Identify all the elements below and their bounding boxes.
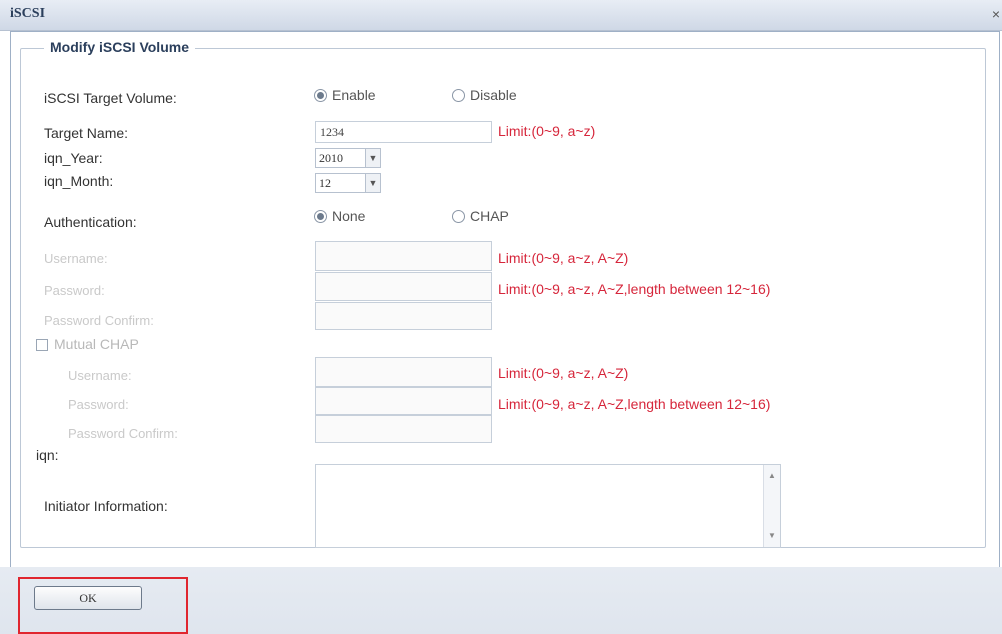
mutual-chap-checkbox[interactable]: [36, 339, 48, 351]
iqn-label: iqn:: [36, 447, 59, 463]
iqn-month-select[interactable]: 12 ▼: [315, 173, 381, 193]
iqn-year-select[interactable]: 2010 ▼: [315, 148, 381, 168]
mutual-username-limit: Limit:(0~9, a~z, A~Z): [498, 365, 629, 381]
dialog-title-bar: iSCSI ×: [0, 0, 1002, 31]
close-icon[interactable]: ×: [992, 6, 1000, 22]
highlight-box: [18, 577, 188, 634]
mutual-username-input[interactable]: [315, 357, 492, 387]
target-name-limit: Limit:(0~9, a~z): [498, 123, 596, 139]
initiator-info-label: Initiator Information:: [44, 498, 168, 514]
iqn-year-label: iqn_Year:: [44, 150, 103, 166]
chap-username-label: Username:: [44, 251, 108, 266]
scroll-up-icon[interactable]: ▲: [764, 469, 780, 483]
initiator-info-textarea[interactable]: ▲ ▼: [315, 464, 781, 548]
section-title: Modify iSCSI Volume: [44, 39, 195, 55]
dialog-title: iSCSI: [10, 6, 46, 21]
iqn-month-label: iqn_Month:: [44, 173, 114, 189]
chevron-down-icon[interactable]: ▼: [365, 149, 380, 167]
mutual-chap-label: Mutual CHAP: [54, 336, 139, 352]
target-volume-label: iSCSI Target Volume:: [44, 90, 177, 106]
auth-chap-radio[interactable]: [452, 210, 465, 223]
iqn-month-value: 12: [319, 176, 331, 190]
auth-chap-label: CHAP: [470, 208, 509, 224]
enable-radio[interactable]: [314, 89, 327, 102]
auth-none-radio[interactable]: [314, 210, 327, 223]
disable-label: Disable: [470, 87, 517, 103]
iqn-year-value: 2010: [319, 151, 343, 165]
mutual-password-limit: Limit:(0~9, a~z, A~Z,length between 12~1…: [498, 396, 771, 412]
auth-none-label: None: [332, 208, 366, 224]
chap-username-limit: Limit:(0~9, a~z, A~Z): [498, 250, 629, 266]
mutual-password-label: Password:: [68, 397, 129, 412]
authentication-label: Authentication:: [44, 214, 137, 230]
chap-password-label: Password:: [44, 283, 105, 298]
chap-password-confirm-label: Password Confirm:: [44, 313, 154, 328]
target-name-label: Target Name:: [44, 125, 129, 141]
mutual-password-input[interactable]: [315, 387, 492, 415]
target-name-input[interactable]: 1234: [315, 121, 492, 143]
chevron-down-icon[interactable]: ▼: [365, 174, 380, 192]
chap-password-input[interactable]: [315, 272, 492, 301]
enable-label: Enable: [332, 87, 376, 103]
mutual-password-confirm-label: Password Confirm:: [68, 426, 178, 441]
chap-password-limit: Limit:(0~9, a~z, A~Z,length between 12~1…: [498, 281, 771, 297]
scroll-down-icon[interactable]: ▼: [764, 529, 780, 543]
mutual-password-confirm-input[interactable]: [315, 415, 492, 443]
chap-username-input[interactable]: [315, 241, 492, 271]
chap-password-confirm-input[interactable]: [315, 302, 492, 330]
disable-radio[interactable]: [452, 89, 465, 102]
textarea-scrollbar[interactable]: ▲ ▼: [763, 465, 780, 547]
mutual-username-label: Username:: [68, 368, 132, 383]
